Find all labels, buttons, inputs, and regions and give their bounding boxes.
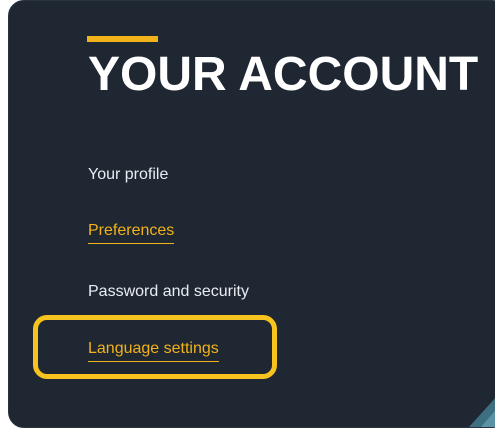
account-panel: YOUR ACCOUNT Your profile Preferences Pa… — [8, 0, 495, 428]
menu-item-preferences[interactable]: Preferences — [88, 221, 175, 244]
page-title: YOUR ACCOUNT — [88, 48, 479, 101]
menu-item-password-and-security[interactable]: Password and security — [88, 282, 249, 302]
menu-item-language-settings[interactable]: Language settings — [88, 339, 219, 362]
menu-item-your-profile[interactable]: Your profile — [88, 165, 168, 185]
corner-decoration — [469, 398, 495, 427]
title-accent-bar — [87, 36, 158, 42]
